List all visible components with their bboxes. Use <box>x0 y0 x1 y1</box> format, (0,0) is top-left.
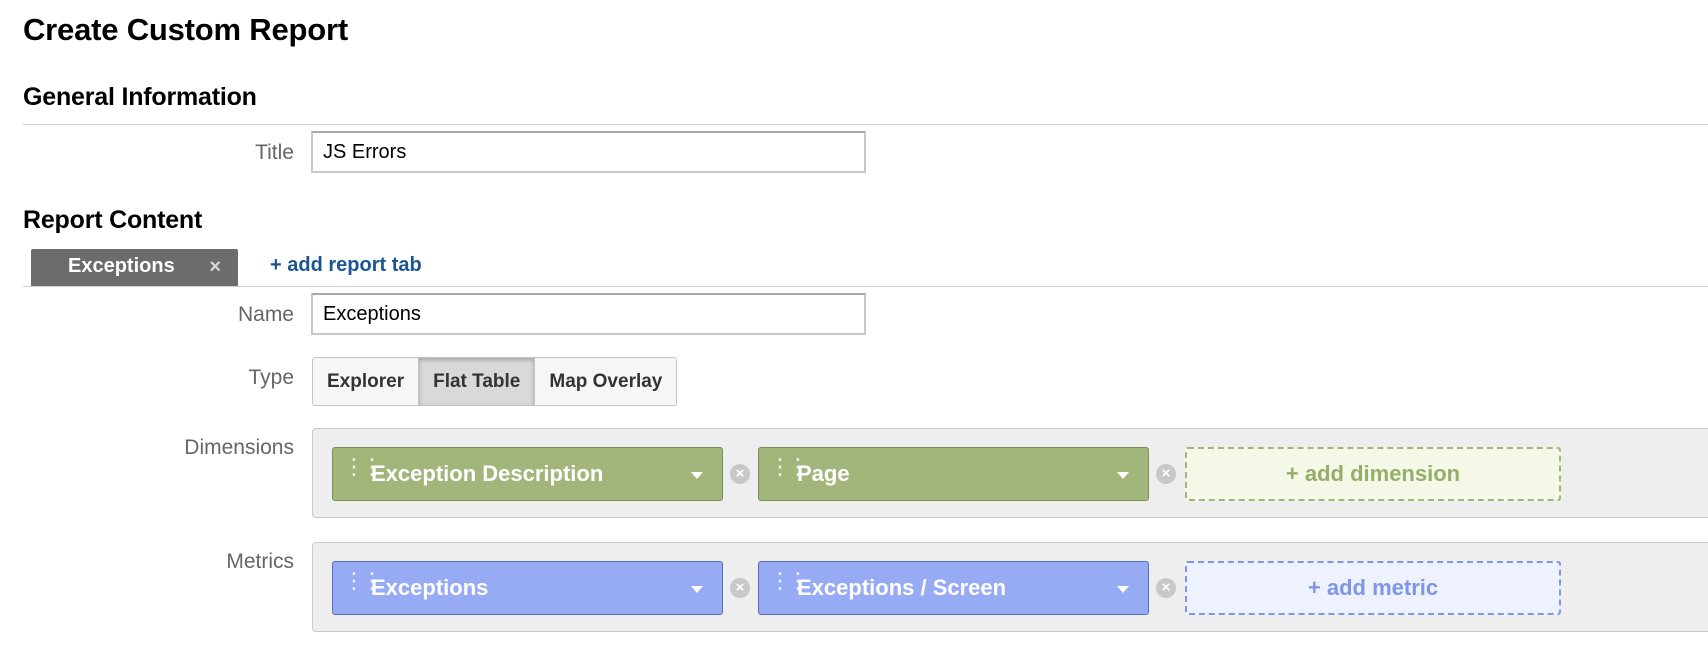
dimensions-label: Dimensions <box>184 436 294 459</box>
metrics-well: ⋮⋮ Exceptions × ⋮⋮ Exceptions / Screen ×… <box>312 542 1708 632</box>
add-dimension-button[interactable]: + add dimension <box>1185 447 1561 501</box>
dimension-pill-exception-description[interactable]: ⋮⋮ Exception Description <box>332 447 723 501</box>
add-report-tab-link[interactable]: + add report tab <box>270 254 422 277</box>
name-label: Name <box>237 303 294 326</box>
tab-label: Exceptions <box>68 255 175 277</box>
add-metric-button[interactable]: + add metric <box>1185 561 1561 615</box>
remove-metric-icon[interactable]: × <box>730 578 750 598</box>
chevron-down-icon[interactable] <box>691 472 703 479</box>
remove-metric-icon[interactable]: × <box>1156 578 1176 598</box>
title-label: Title <box>255 141 294 164</box>
type-explorer-button[interactable]: Explorer <box>313 358 420 405</box>
dimension-label: Exception Description <box>371 461 604 486</box>
metric-label: Exceptions <box>371 575 489 600</box>
report-type-selector: Explorer Flat Table Map Overlay <box>312 357 678 406</box>
report-content-heading: Report Content <box>23 206 203 234</box>
metrics-label: Metrics <box>226 550 294 573</box>
metric-pill-exceptions[interactable]: ⋮⋮ Exceptions <box>332 561 723 615</box>
divider <box>23 124 1708 125</box>
close-icon[interactable]: × <box>209 257 221 277</box>
chevron-down-icon[interactable] <box>691 586 703 593</box>
type-label: Type <box>248 366 294 389</box>
metric-label: Exceptions / Screen <box>797 575 1007 600</box>
name-input[interactable] <box>311 293 866 335</box>
tab-divider <box>23 286 1708 287</box>
chevron-down-icon[interactable] <box>1117 472 1129 479</box>
remove-dimension-icon[interactable]: × <box>730 464 750 484</box>
general-information-heading: General Information <box>23 83 257 111</box>
dimension-label: Page <box>797 461 850 486</box>
page-title: Create Custom Report <box>23 12 348 47</box>
dimension-pill-page[interactable]: ⋮⋮ Page <box>758 447 1149 501</box>
title-input[interactable] <box>311 131 866 173</box>
metric-pill-exceptions-per-screen[interactable]: ⋮⋮ Exceptions / Screen <box>758 561 1149 615</box>
type-map-overlay-button[interactable]: Map Overlay <box>535 358 677 405</box>
chevron-down-icon[interactable] <box>1117 586 1129 593</box>
type-flat-table-button[interactable]: Flat Table <box>419 358 536 405</box>
remove-dimension-icon[interactable]: × <box>1156 464 1176 484</box>
tab-exceptions[interactable]: Exceptions × <box>31 249 238 286</box>
dimensions-well: ⋮⋮ Exception Description × ⋮⋮ Page × + a… <box>312 428 1708 518</box>
